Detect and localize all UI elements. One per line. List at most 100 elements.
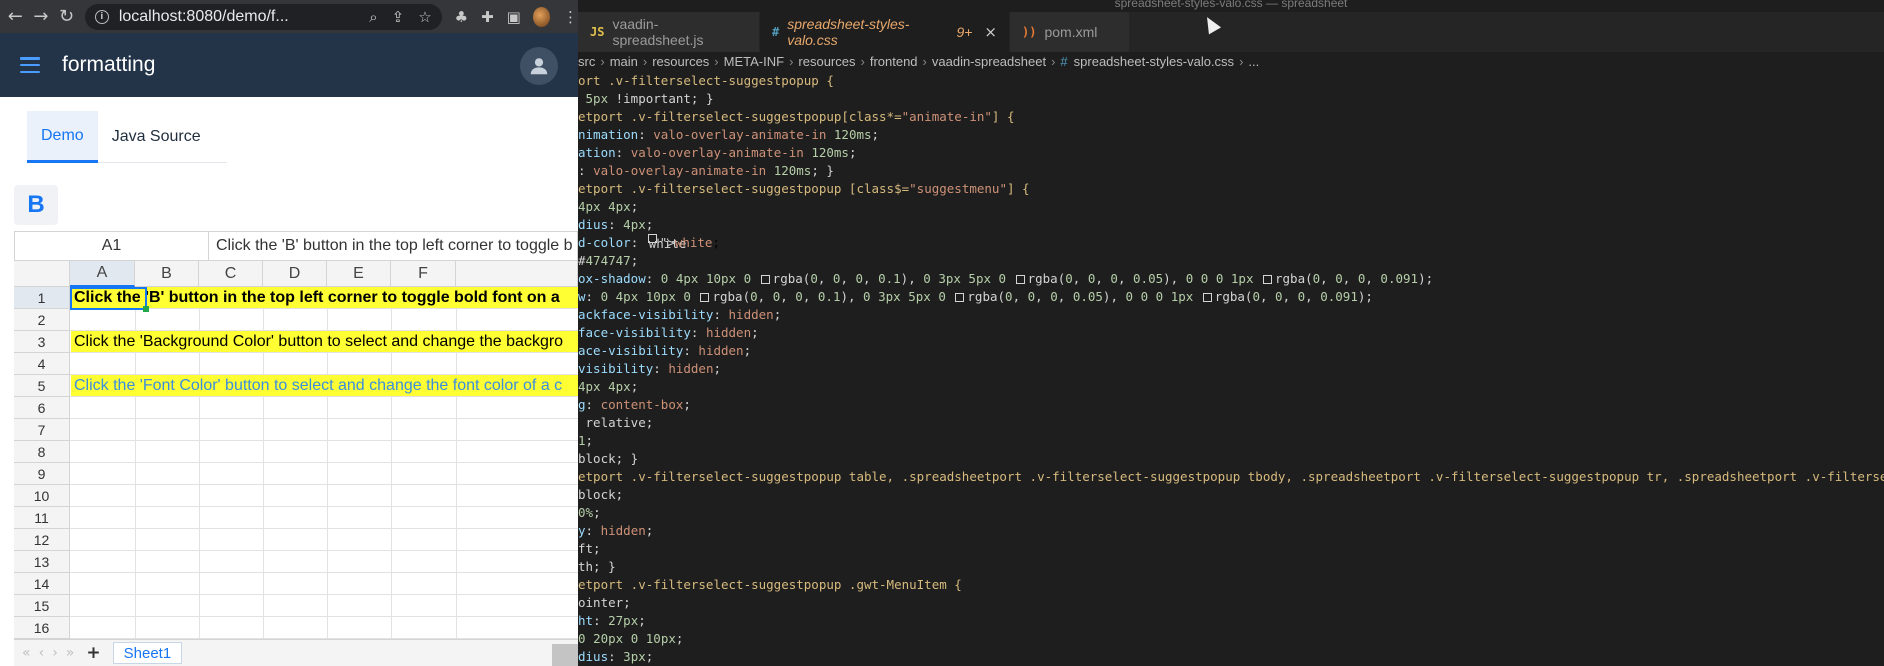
cell-r3[interactable]: Click the 'Background Color' button to s… bbox=[71, 331, 578, 352]
share-icon[interactable]: ⇪ bbox=[392, 8, 405, 26]
column-header[interactable]: A bbox=[70, 261, 135, 287]
breadcrumb-item[interactable]: vaadin-spreadsheet bbox=[932, 54, 1046, 69]
code-line: 4px 4px; bbox=[578, 379, 639, 394]
row-header[interactable]: 14 bbox=[14, 573, 70, 595]
column-header[interactable]: F bbox=[391, 261, 456, 287]
address-bar[interactable]: i localhost:8080/demo/f... ⌕ ⇪ ☆ bbox=[84, 3, 442, 30]
code-area[interactable]: ort .v-filterselect-suggestpopup { 5px !… bbox=[578, 72, 1884, 666]
sidebar-icon[interactable]: ▣ bbox=[507, 8, 521, 26]
tab-demo[interactable]: Demo bbox=[27, 111, 98, 163]
view-tabs: Demo Java Source bbox=[27, 111, 227, 163]
app-header: formatting bbox=[0, 33, 578, 97]
breadcrumb-item[interactable]: META-INF bbox=[724, 54, 784, 69]
rss-icon: )) bbox=[1022, 25, 1037, 39]
code-line: visibility: hidden; bbox=[578, 361, 722, 376]
row-header[interactable]: 2 bbox=[14, 309, 70, 331]
code-line: 4px 4px; bbox=[578, 199, 639, 214]
select-all-corner[interactable] bbox=[14, 261, 70, 287]
code-line: ackface-visibility: hidden; bbox=[578, 307, 782, 322]
site-info-icon[interactable]: i bbox=[94, 9, 109, 24]
code-line: ace-visibility: hidden; bbox=[578, 343, 752, 358]
cell-r1[interactable]: Click the 'B' button in the top left cor… bbox=[71, 287, 578, 308]
row-header[interactable]: 9 bbox=[14, 463, 70, 485]
cell-r5[interactable]: Click the 'Font Color' button to select … bbox=[71, 375, 578, 396]
row-header[interactable]: 11 bbox=[14, 507, 70, 529]
row-header[interactable]: 12 bbox=[14, 529, 70, 551]
code-line: etport .v-filterselect-suggestpopup [cla… bbox=[578, 181, 1030, 196]
row-header[interactable]: 13 bbox=[14, 551, 70, 573]
last-sheet-icon[interactable]: » bbox=[66, 645, 75, 661]
breadcrumb-item[interactable]: spreadsheet-styles-valo.css bbox=[1074, 54, 1234, 69]
zoom-icon[interactable]: ⌕ bbox=[369, 8, 377, 26]
next-sheet-icon[interactable]: › bbox=[52, 645, 58, 661]
problems-badge: 9+ bbox=[956, 24, 973, 40]
breadcrumb-item[interactable]: main bbox=[610, 54, 638, 69]
forward-icon[interactable]: → bbox=[31, 5, 52, 29]
browser-toolbar: ← → ↻ i localhost:8080/demo/f... ⌕ ⇪ ☆ ♣… bbox=[0, 0, 578, 33]
code-line: th; } bbox=[578, 559, 616, 574]
code-line: dius: 4px; bbox=[578, 217, 654, 232]
breadcrumb-item[interactable]: resources bbox=[652, 54, 709, 69]
chevron-right-icon: › bbox=[1051, 53, 1056, 69]
row-header[interactable]: 5 bbox=[14, 375, 70, 397]
grid-line bbox=[70, 440, 578, 441]
row-header[interactable]: 1 bbox=[14, 287, 70, 309]
column-header[interactable]: E bbox=[327, 261, 391, 287]
column-header[interactable]: B bbox=[135, 261, 199, 287]
column-header[interactable]: D bbox=[263, 261, 327, 287]
code-line: ointer; bbox=[578, 595, 631, 610]
spreadsheet-grid[interactable]: A B C D E F 1 2 3 4 5 6 7 8 9 10 11 12 13 14 15 16 Click the '… bbox=[14, 261, 578, 639]
row-header[interactable]: 6 bbox=[14, 397, 70, 419]
row-header[interactable]: 7 bbox=[14, 419, 70, 441]
close-tab-icon[interactable]: × bbox=[984, 23, 997, 41]
fill-handle[interactable] bbox=[143, 306, 149, 312]
profile-avatar-icon[interactable] bbox=[532, 6, 551, 27]
app-title: formatting bbox=[62, 53, 156, 76]
kebab-menu-icon[interactable]: ⋮ bbox=[563, 8, 578, 26]
sheet-tab[interactable]: Sheet1 bbox=[112, 642, 183, 664]
row-header[interactable]: 15 bbox=[14, 595, 70, 617]
row-header[interactable]: 8 bbox=[14, 441, 70, 463]
formula-input[interactable]: Click the 'B' button in the top left cor… bbox=[209, 232, 577, 260]
formula-bar: A1 Click the 'B' button in the top left … bbox=[14, 231, 578, 261]
prev-sheet-icon[interactable]: ‹ bbox=[39, 645, 45, 661]
bookmark-star-icon[interactable]: ☆ bbox=[418, 8, 431, 26]
hamburger-menu-icon[interactable] bbox=[20, 57, 40, 73]
breadcrumb-item[interactable]: frontend bbox=[870, 54, 918, 69]
code-line: 0%; bbox=[578, 505, 601, 520]
code-line: d-color: white">white; bbox=[578, 234, 720, 251]
tab-label: pom.xml bbox=[1044, 24, 1098, 40]
row-header[interactable]: 3 bbox=[14, 331, 70, 353]
css-file-icon: # bbox=[772, 25, 780, 39]
column-header[interactable] bbox=[456, 261, 578, 287]
resize-grip-icon[interactable] bbox=[552, 644, 578, 666]
grid-line bbox=[70, 616, 578, 617]
tab-vaadin-spreadsheet-js[interactable]: JS vaadin-spreadsheet.js bbox=[578, 12, 760, 52]
row-header[interactable]: 4 bbox=[14, 353, 70, 375]
reload-icon[interactable]: ↻ bbox=[56, 5, 77, 29]
row-header[interactable]: 16 bbox=[14, 617, 70, 639]
browser-window: ← → ↻ i localhost:8080/demo/f... ⌕ ⇪ ☆ ♣… bbox=[0, 0, 578, 666]
grid-line bbox=[70, 396, 578, 397]
name-box[interactable]: A1 bbox=[15, 232, 209, 260]
breadcrumb-item[interactable]: ... bbox=[1248, 54, 1259, 69]
tab-pom-xml[interactable]: )) pom.xml bbox=[1010, 12, 1130, 52]
row-header[interactable]: 10 bbox=[14, 485, 70, 507]
puzzle-icon[interactable]: ✚ bbox=[481, 8, 494, 26]
bold-button[interactable]: B bbox=[14, 185, 58, 225]
code-line: w: 0 4px 10px 0 rgba(0, 0, 0, 0.1), 0 3p… bbox=[578, 289, 1373, 304]
back-icon[interactable]: ← bbox=[5, 5, 26, 29]
breadcrumb-item[interactable]: src bbox=[578, 54, 595, 69]
tab-spreadsheet-styles-valo-css[interactable]: # spreadsheet-styles-valo.css 9+ × bbox=[760, 12, 1010, 52]
breadcrumb-item[interactable]: resources bbox=[798, 54, 855, 69]
add-sheet-icon[interactable]: + bbox=[86, 643, 100, 663]
tab-java-source[interactable]: Java Source bbox=[98, 111, 215, 163]
column-header[interactable]: C bbox=[199, 261, 263, 287]
chevron-right-icon: › bbox=[1239, 53, 1244, 69]
grid-line bbox=[70, 506, 578, 507]
extension-icon[interactable]: ♣ bbox=[455, 8, 468, 26]
code-line: dius: 3px; bbox=[578, 649, 654, 664]
user-avatar-icon[interactable] bbox=[520, 47, 558, 85]
first-sheet-icon[interactable]: « bbox=[22, 645, 31, 661]
code-line: etport .v-filterselect-suggestpopup .gwt… bbox=[578, 577, 962, 592]
